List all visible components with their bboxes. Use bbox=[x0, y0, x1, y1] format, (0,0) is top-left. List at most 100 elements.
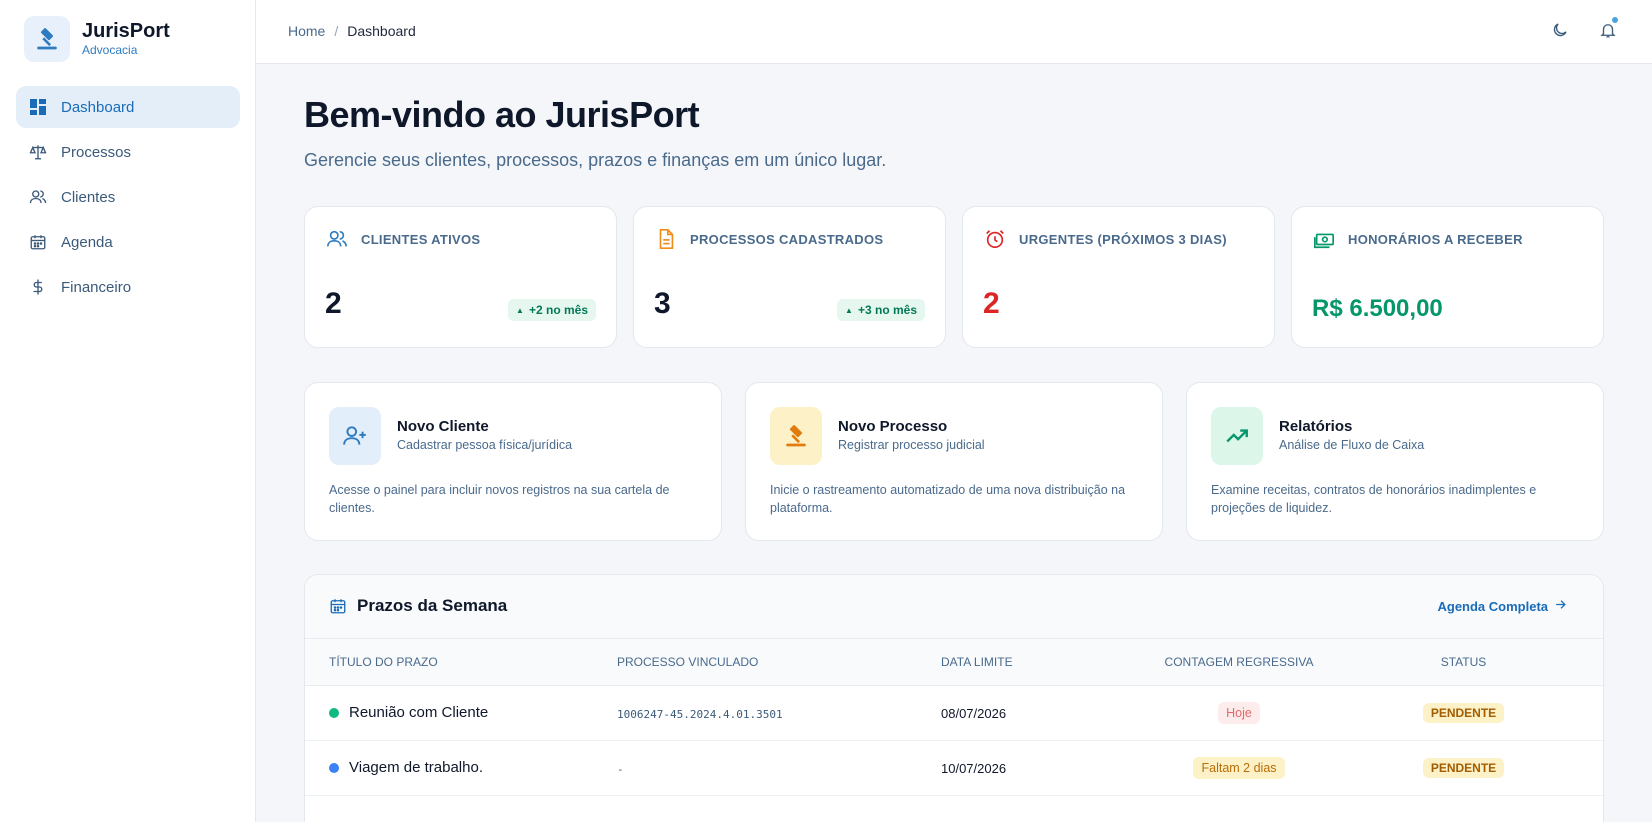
deadlines-table: TÍTULO DO PRAZO PROCESSO VINCULADO DATA … bbox=[305, 639, 1603, 796]
agenda-completa-link[interactable]: Agenda Completa bbox=[1437, 598, 1567, 614]
stat-value: 2 bbox=[983, 287, 1000, 320]
notification-dot bbox=[1611, 16, 1619, 24]
sidebar-item-dashboard[interactable]: Dashboard bbox=[16, 86, 240, 128]
calendar-icon bbox=[329, 597, 347, 615]
sidebar-item-processos[interactable]: Processos bbox=[16, 131, 240, 173]
column-header: DATA LIMITE bbox=[941, 639, 1114, 686]
process-number[interactable]: 1006247-45.2024.4.01.3501 bbox=[617, 708, 783, 721]
stat-trend-badge: ▲ +2 no mês bbox=[508, 299, 596, 321]
deadline-date: 10/07/2026 bbox=[941, 760, 1007, 776]
column-header: CONTAGEM REGRESSIVA bbox=[1114, 639, 1364, 686]
calendar-icon bbox=[29, 233, 47, 251]
action-description: Inicie o rastreamento automatizado de um… bbox=[770, 483, 1126, 515]
page-title: Bem-vindo ao JurisPort bbox=[304, 94, 700, 135]
stat-card-honorarios: HONORÁRIOS A RECEBER R$ 6.500,00 bbox=[1291, 206, 1604, 348]
breadcrumb-home[interactable]: Home bbox=[288, 23, 325, 39]
stat-label: URGENTES (PRÓXIMOS 3 DIAS) bbox=[1019, 231, 1227, 247]
dashboard-icon bbox=[29, 98, 47, 116]
money-icon bbox=[1312, 227, 1336, 251]
topbar: Home / Dashboard bbox=[256, 0, 1652, 64]
stat-card-processos: PROCESSOS CADASTRADOS 3 ▲ +3 no mês bbox=[633, 206, 946, 348]
action-title: Relatórios bbox=[1279, 418, 1353, 435]
action-subtitle: Cadastrar pessoa física/jurídica bbox=[397, 438, 573, 452]
sidebar-item-label: Clientes bbox=[61, 188, 116, 206]
action-card-novo-cliente[interactable]: Novo Cliente Cadastrar pessoa física/jur… bbox=[304, 382, 722, 541]
brand[interactable]: JurisPort Advocacia bbox=[24, 16, 170, 62]
sidebar-item-agenda[interactable]: Agenda bbox=[16, 221, 240, 263]
stat-card-urgentes: URGENTES (PRÓXIMOS 3 DIAS) 2 bbox=[962, 206, 1275, 348]
sidebar-item-financeiro[interactable]: Financeiro bbox=[16, 266, 240, 308]
stat-label: CLIENTES ATIVOS bbox=[361, 231, 481, 247]
brand-name: JurisPort bbox=[82, 20, 170, 42]
badge-text: +3 no mês bbox=[857, 303, 917, 317]
dollar-icon bbox=[29, 278, 47, 296]
add-user-icon bbox=[329, 407, 381, 465]
action-subtitle: Análise de Fluxo de Caixa bbox=[1279, 438, 1425, 452]
action-title: Novo Cliente bbox=[397, 418, 489, 435]
alarm-icon bbox=[983, 227, 1007, 251]
stat-value: R$ 6.500,00 bbox=[1312, 295, 1443, 322]
status-dot bbox=[329, 707, 339, 718]
sidebar-item-label: Financeiro bbox=[61, 278, 132, 296]
sidebar-item-label: Processos bbox=[61, 143, 132, 161]
action-card-novo-processo[interactable]: Novo Processo Registrar processo judicia… bbox=[745, 382, 1163, 541]
notifications-button[interactable] bbox=[1592, 16, 1624, 48]
breadcrumb-separator: / bbox=[334, 23, 339, 39]
deadline-title: Viagem de trabalho. bbox=[349, 759, 483, 776]
stat-card-clientes: CLIENTES ATIVOS 2 ▲ +2 no mês bbox=[304, 206, 617, 348]
stat-value: 2 bbox=[325, 287, 342, 320]
action-description: Acesse o painel para incluir novos regis… bbox=[329, 483, 670, 515]
action-card-relatorios[interactable]: Relatórios Análise de Fluxo de Caixa Exa… bbox=[1186, 382, 1604, 541]
countdown-badge: Faltam 2 dias bbox=[1193, 756, 1285, 779]
stat-label: PROCESSOS CADASTRADOS bbox=[690, 231, 884, 247]
action-subtitle: Registrar processo judicial bbox=[838, 438, 985, 452]
document-icon bbox=[654, 227, 678, 251]
theme-toggle-button[interactable] bbox=[1544, 16, 1576, 48]
page-subtitle: Gerencie seus clientes, processos, prazo… bbox=[304, 150, 887, 170]
process-number: - bbox=[617, 762, 624, 776]
countdown-badge: Hoje bbox=[1218, 701, 1260, 724]
deadlines-title: Prazos da Semana bbox=[357, 596, 508, 615]
column-header: PROCESSO VINCULADO bbox=[617, 639, 941, 686]
sidebar-nav: Dashboard Processos Clientes Agenda Fina… bbox=[16, 86, 240, 311]
link-label: Agenda Completa bbox=[1437, 598, 1548, 614]
trending-up-icon bbox=[1211, 407, 1263, 465]
status-dot bbox=[329, 762, 339, 773]
stat-trend-badge: ▲ +3 no mês bbox=[837, 299, 925, 321]
sidebar: JurisPort Advocacia Dashboard Processos … bbox=[0, 0, 256, 822]
stat-label: HONORÁRIOS A RECEBER bbox=[1348, 231, 1523, 247]
status-badge: PENDENTE bbox=[1422, 702, 1505, 723]
triangle-up-icon: ▲ bbox=[845, 305, 853, 315]
sidebar-item-label: Agenda bbox=[61, 233, 113, 251]
top-actions bbox=[1528, 16, 1624, 48]
main-content: Bem-vindo ao JurisPort Gerencie seus cli… bbox=[256, 64, 1652, 822]
arrow-right-icon bbox=[1554, 598, 1567, 614]
stats-row: CLIENTES ATIVOS 2 ▲ +2 no mês PROCESSOS C… bbox=[304, 206, 1604, 348]
action-description: Examine receitas, contratos de honorário… bbox=[1211, 483, 1537, 515]
stat-value: 3 bbox=[654, 287, 671, 320]
table-row[interactable]: Viagem de trabalho. - 10/07/2026 Faltam … bbox=[305, 740, 1603, 796]
gavel-icon bbox=[770, 407, 822, 465]
deadline-title: Reunião com Cliente bbox=[349, 704, 489, 721]
sidebar-item-clientes[interactable]: Clientes bbox=[16, 176, 240, 218]
moon-icon bbox=[1551, 21, 1569, 44]
column-header: TÍTULO DO PRAZO bbox=[305, 639, 617, 686]
action-title: Novo Processo bbox=[838, 418, 948, 435]
brand-subtitle: Advocacia bbox=[82, 43, 138, 57]
gavel-logo-icon bbox=[24, 16, 70, 62]
users-icon bbox=[325, 227, 349, 251]
badge-text: +2 no mês bbox=[528, 303, 588, 317]
table-header-row: TÍTULO DO PRAZO PROCESSO VINCULADO DATA … bbox=[305, 639, 1603, 686]
deadline-date: 08/07/2026 bbox=[941, 705, 1007, 721]
status-badge: PENDENTE bbox=[1422, 757, 1505, 778]
sidebar-item-label: Dashboard bbox=[61, 98, 135, 116]
triangle-up-icon: ▲ bbox=[516, 305, 524, 315]
quick-actions: Novo Cliente Cadastrar pessoa física/jur… bbox=[304, 382, 1604, 541]
breadcrumb: Home / Dashboard bbox=[288, 23, 416, 39]
table-row[interactable]: Reunião com Cliente 1006247-45.2024.4.01… bbox=[305, 685, 1603, 741]
scale-icon bbox=[29, 143, 47, 161]
deadlines-panel: Prazos da Semana Agenda Completa TÍTULO … bbox=[304, 574, 1604, 822]
users-icon bbox=[29, 188, 47, 206]
column-header: STATUS bbox=[1364, 639, 1603, 686]
breadcrumb-current: Dashboard bbox=[347, 23, 416, 39]
